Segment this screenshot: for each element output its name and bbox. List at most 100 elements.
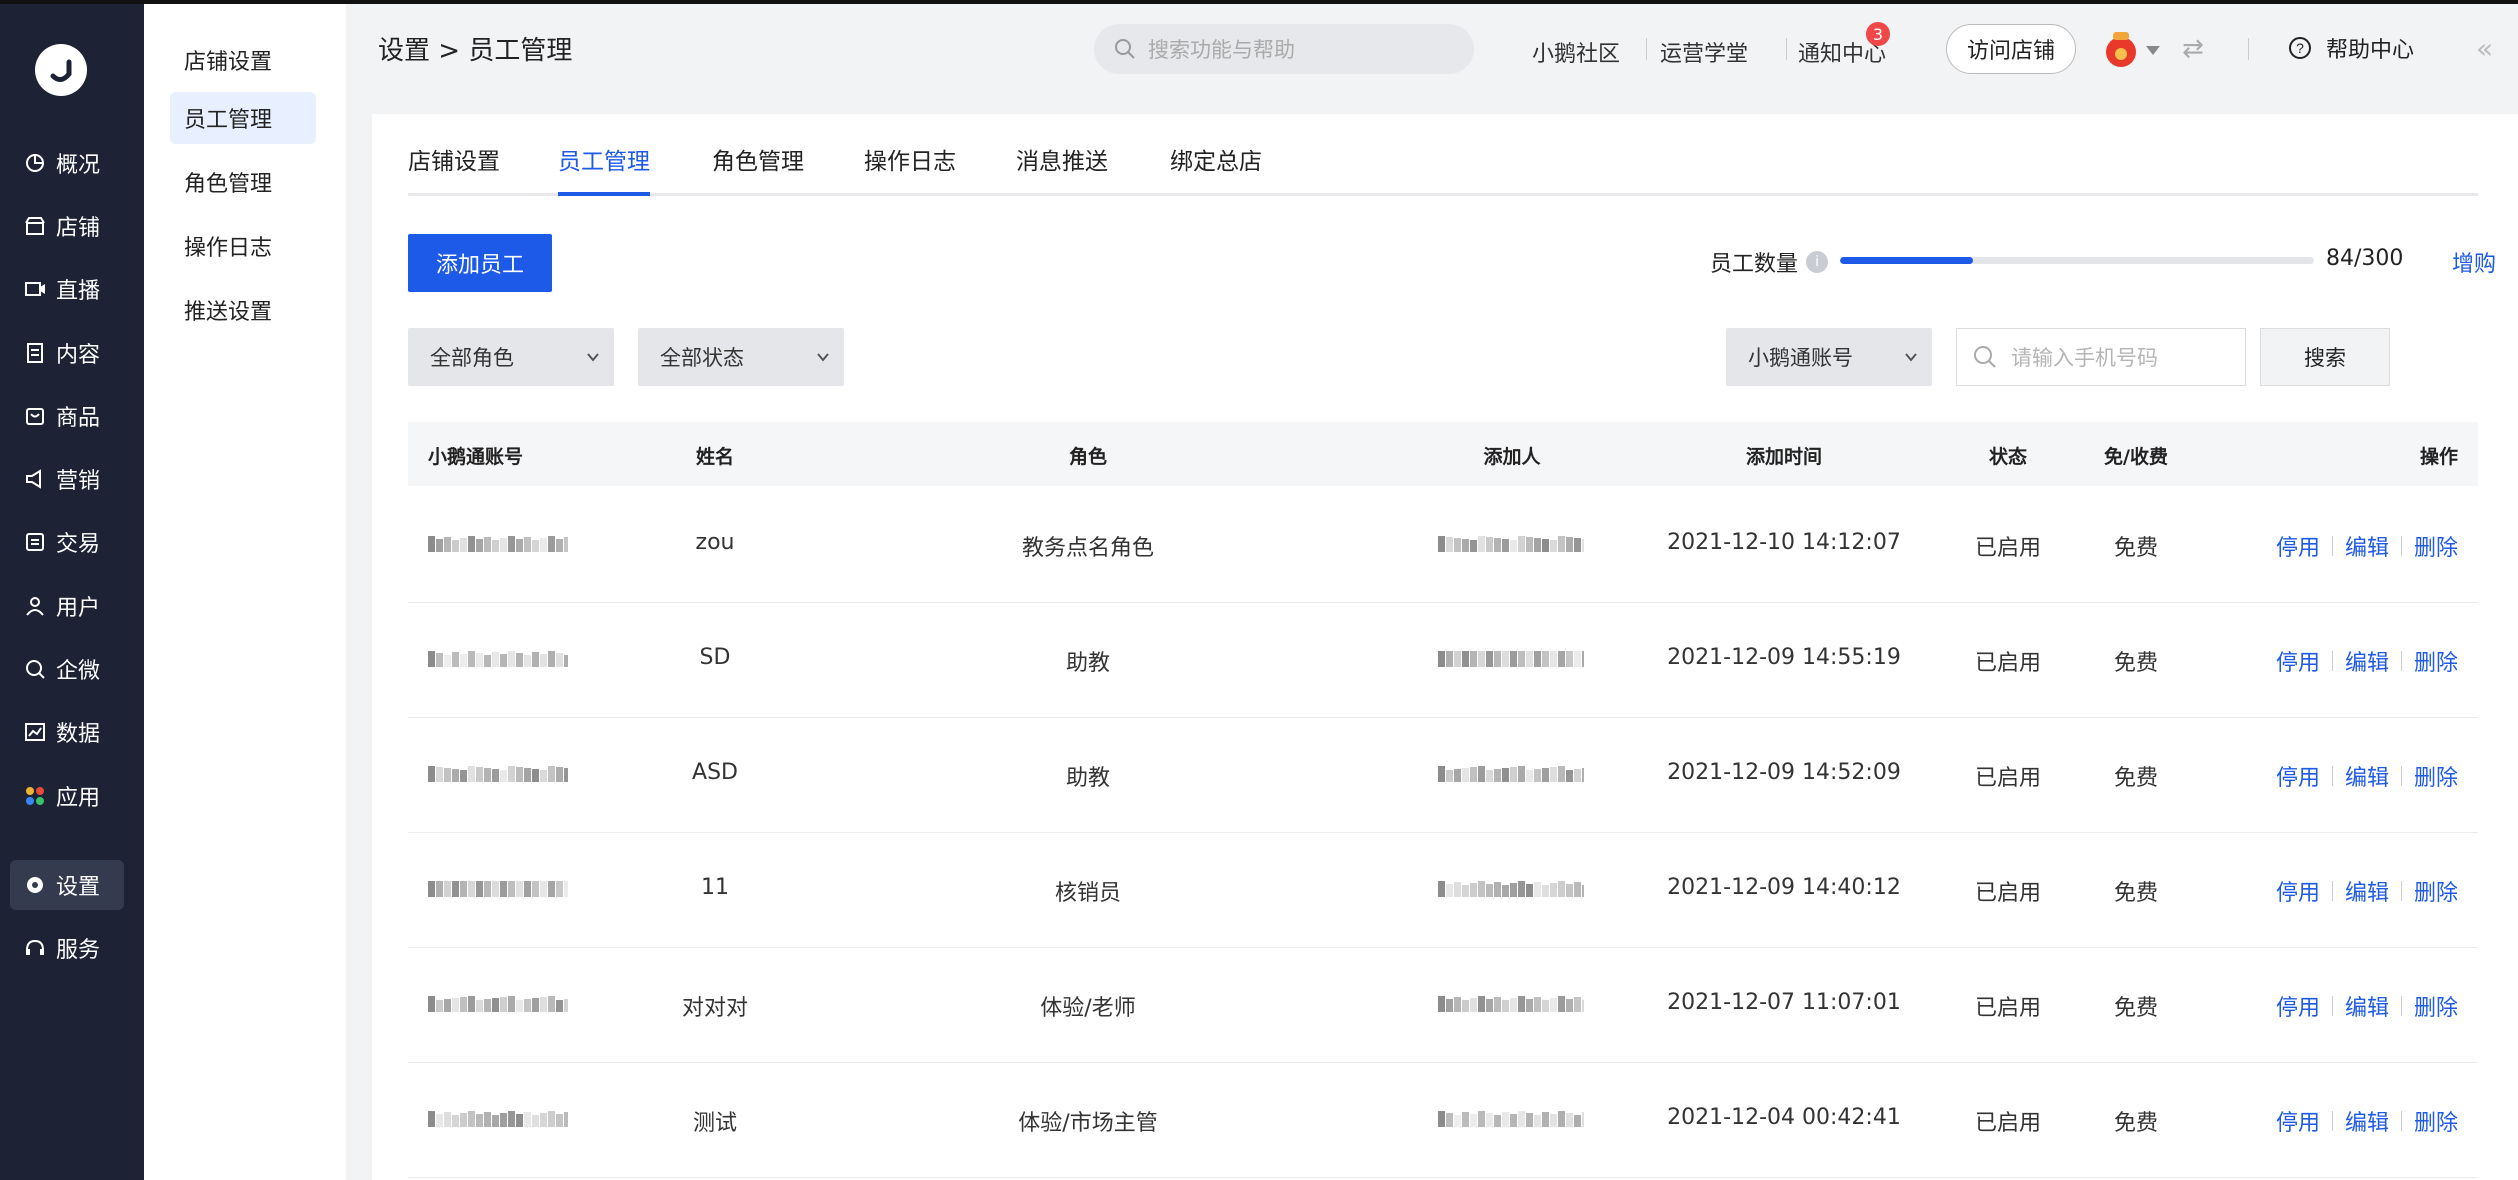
status-filter-select[interactable]: 全部状态 <box>638 328 844 386</box>
tab-staff-management[interactable]: 员工管理 <box>558 142 650 196</box>
help-center-link[interactable]: ? 帮助中心 <box>2288 32 2414 64</box>
phone-search-input[interactable]: 请输入手机号码 <box>1956 328 2246 386</box>
red-envelope-icon[interactable] <box>2104 28 2138 68</box>
cell-role: 体验/市场主管 <box>1018 1111 1158 1136</box>
redacted-value <box>1438 766 1584 782</box>
nav-item-user[interactable]: 用户 <box>10 581 124 631</box>
edit-button[interactable]: 编辑 <box>2345 530 2389 562</box>
redacted-value <box>428 1111 568 1127</box>
cell-role: 助教 <box>1065 651 1111 676</box>
switch-icon[interactable]: ⇄ <box>2182 34 2204 64</box>
header-divider <box>1786 38 1787 60</box>
nav-item-label: 企微 <box>56 659 101 684</box>
edit-button[interactable]: 编辑 <box>2345 1105 2389 1137</box>
table-header: 小鹅通账号 姓名 角色 添加人 添加时间 状态 免/收费 操作 <box>408 422 2478 486</box>
store-icon <box>24 215 46 237</box>
nav-item-label: 内容 <box>56 343 101 368</box>
disable-button[interactable]: 停用 <box>2276 530 2320 562</box>
side-item-push-settings[interactable]: 推送设置 <box>170 284 316 336</box>
col-actions: 操作 <box>2419 446 2458 468</box>
side-item-role-management[interactable]: 角色管理 <box>170 156 316 208</box>
nav-item-chart[interactable]: 数据 <box>10 707 124 757</box>
role-filter-select[interactable]: 全部角色 <box>408 328 614 386</box>
cell-name: 对对对 <box>681 996 749 1021</box>
link-academy[interactable]: 运营学堂 <box>1660 36 1748 68</box>
disable-button[interactable]: 停用 <box>2276 760 2320 792</box>
cell-name: 11 <box>701 875 729 900</box>
nav-item-document[interactable]: 内容 <box>10 328 124 378</box>
cell-name: SD <box>699 645 731 670</box>
tab-role-management[interactable]: 角色管理 <box>712 142 804 196</box>
collapse-icon[interactable]: « <box>2476 32 2493 65</box>
nav-item-service[interactable]: 服务 <box>10 923 124 973</box>
edit-button[interactable]: 编辑 <box>2345 875 2389 907</box>
edit-button[interactable]: 编辑 <box>2345 760 2389 792</box>
side-item-store-settings[interactable]: 店铺设置 <box>170 34 316 86</box>
tab-store-settings[interactable]: 店铺设置 <box>408 142 500 196</box>
action-divider <box>2331 536 2333 556</box>
disable-button[interactable]: 停用 <box>2276 645 2320 677</box>
search-button[interactable]: 搜索 <box>2260 328 2390 386</box>
nav-item-chat[interactable]: 企微 <box>10 644 124 694</box>
delete-button[interactable]: 删除 <box>2414 875 2458 907</box>
cell-added-time: 2021-12-09 14:40:12 <box>1667 875 1901 900</box>
cell-added-time: 2021-12-04 00:42:41 <box>1667 1105 1901 1130</box>
cell-fee: 免费 <box>2113 996 2159 1021</box>
global-search-input[interactable]: 搜索功能与帮助 <box>1094 24 1474 74</box>
side-item-operation-log[interactable]: 操作日志 <box>170 220 316 272</box>
delete-button[interactable]: 删除 <box>2414 990 2458 1022</box>
purchase-more-link[interactable]: 增购 <box>2452 246 2496 278</box>
nav-item-bag[interactable]: 商品 <box>10 391 124 441</box>
col-fee: 免/收费 <box>2104 446 2168 468</box>
help-icon: ? <box>2288 36 2312 60</box>
nav-item-megaphone[interactable]: 营销 <box>10 454 124 504</box>
action-divider <box>2331 1111 2333 1131</box>
nav-item-label: 商品 <box>56 406 101 431</box>
search-type-select[interactable]: 小鹅通账号 <box>1726 328 1932 386</box>
logo[interactable] <box>35 44 87 96</box>
delete-button[interactable]: 删除 <box>2414 530 2458 562</box>
tab-bind-head-store[interactable]: 绑定总店 <box>1170 142 1262 196</box>
row-actions: 停用 编辑 删除 <box>2276 645 2458 677</box>
col-added-by: 添加人 <box>1483 446 1541 468</box>
nav-item-store[interactable]: 店铺 <box>10 201 124 251</box>
delete-button[interactable]: 删除 <box>2414 645 2458 677</box>
delete-button[interactable]: 删除 <box>2414 760 2458 792</box>
redacted-value <box>428 996 568 1012</box>
nav-item-label: 用户 <box>56 596 101 621</box>
add-staff-button[interactable]: 添加员工 <box>408 234 552 292</box>
nav-item-apps[interactable]: 应用 <box>10 771 124 821</box>
cell-status: 已启用 <box>1974 766 2042 791</box>
staff-count-label: 员工数量 i <box>1710 246 1829 278</box>
staff-card: 店铺设置 员工管理 角色管理 操作日志 消息推送 绑定总店 添加员工 员工数量 … <box>372 114 2518 1180</box>
nav-item-live[interactable]: 直播 <box>10 264 124 314</box>
cell-status: 已启用 <box>1974 536 2042 561</box>
nav-item-pie-chart[interactable]: 概况 <box>10 138 124 188</box>
action-divider <box>2331 651 2333 671</box>
row-actions: 停用 编辑 删除 <box>2276 760 2458 792</box>
tab-message-push[interactable]: 消息推送 <box>1016 142 1108 196</box>
link-community[interactable]: 小鹅社区 <box>1532 36 1620 68</box>
nav-item-gear[interactable]: 设置 <box>10 860 124 910</box>
tab-operation-log[interactable]: 操作日志 <box>864 142 956 196</box>
disable-button[interactable]: 停用 <box>2276 1105 2320 1137</box>
nav-item-trade[interactable]: 交易 <box>10 517 124 567</box>
cell-role: 助教 <box>1065 766 1111 791</box>
cell-role: 体验/老师 <box>1040 996 1136 1021</box>
info-icon[interactable]: i <box>1806 251 1829 273</box>
redacted-value <box>428 766 568 782</box>
apps-icon <box>24 785 46 807</box>
delete-button[interactable]: 删除 <box>2414 1105 2458 1137</box>
side-item-staff-management[interactable]: 员工管理 <box>170 92 316 144</box>
nav-item-label: 概况 <box>56 153 101 178</box>
disable-button[interactable]: 停用 <box>2276 990 2320 1022</box>
redacted-value <box>1438 651 1584 667</box>
settings-sidebar: 店铺设置 员工管理 角色管理 操作日志 推送设置 <box>144 4 346 1180</box>
edit-button[interactable]: 编辑 <box>2345 645 2389 677</box>
logo-icon <box>50 59 72 82</box>
disable-button[interactable]: 停用 <box>2276 875 2320 907</box>
user-icon <box>24 595 46 617</box>
visit-store-button[interactable]: 访问店铺 <box>1946 24 2076 74</box>
chevron-down-icon[interactable] <box>2146 46 2160 55</box>
edit-button[interactable]: 编辑 <box>2345 990 2389 1022</box>
